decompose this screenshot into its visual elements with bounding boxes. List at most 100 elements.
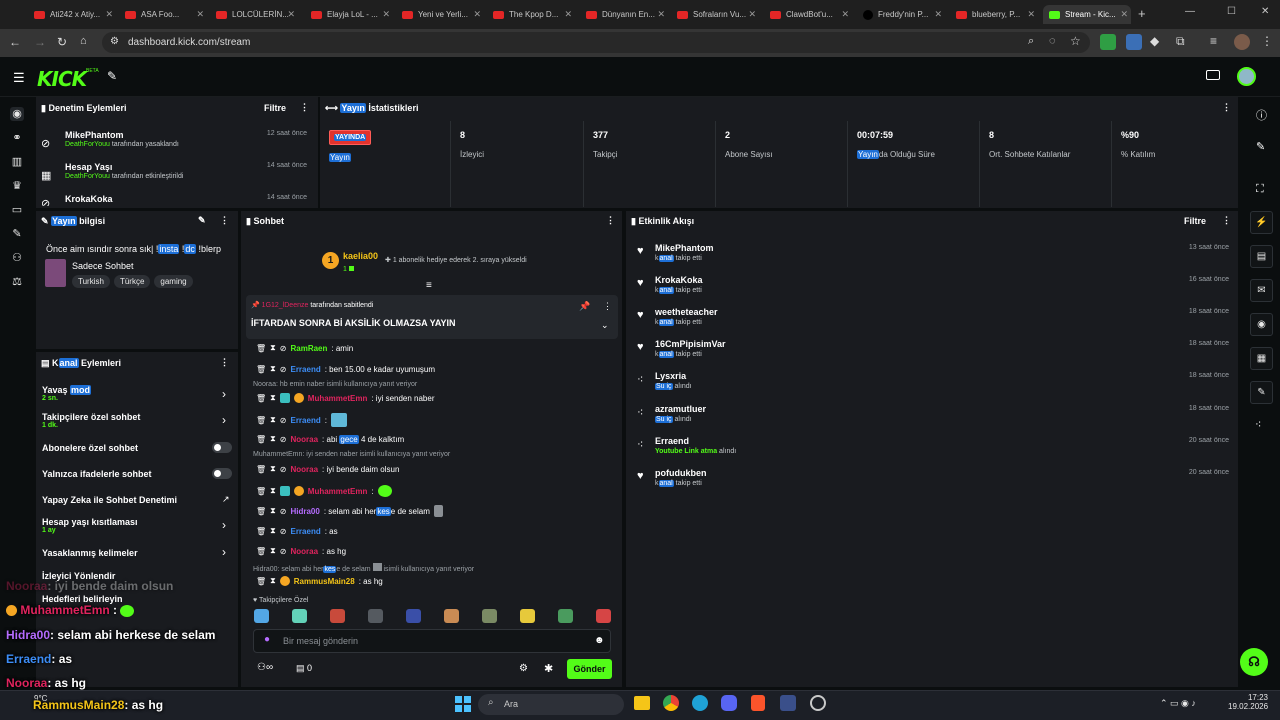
trash-icon[interactable]: 🗑: [256, 344, 266, 353]
emote-icon[interactable]: [292, 609, 307, 623]
support-button[interactable]: ☊: [1240, 648, 1268, 676]
url-field[interactable]: dashboard.kick.com/stream: [102, 32, 1090, 53]
points-display[interactable]: ▤ 0: [296, 663, 312, 674]
activity-item[interactable]: ♥ pofudukben kanal takip etti 20 saat önce: [637, 468, 1231, 496]
timeout-icon[interactable]: ⧗: [270, 506, 276, 516]
trash-icon[interactable]: 🗑: [256, 435, 266, 444]
chrome-icon[interactable]: [663, 695, 679, 711]
gift-icon[interactable]: ✱: [544, 662, 553, 675]
slow-mode-setting[interactable]: Yavaş mod 2 sn.: [42, 385, 92, 402]
chat-message[interactable]: 🗑 ⧗ ⊘ Nooraa: as hg: [256, 546, 346, 556]
pencil-icon[interactable]: ✎: [1256, 140, 1265, 153]
chat-message[interactable]: 🗑 ⧗ ⊘ Nooraa: iyi bende daim olsun: [256, 464, 399, 474]
brave-icon[interactable]: [751, 695, 765, 711]
chat-settings-icon[interactable]: ⚙: [519, 663, 528, 674]
stats-more-icon[interactable]: ⋮: [1222, 102, 1231, 113]
activity-more-icon[interactable]: ⋮: [1222, 215, 1231, 226]
close-tab-icon[interactable]: ✕: [657, 9, 665, 20]
close-tab-icon[interactable]: ✕: [841, 9, 849, 20]
trash-icon[interactable]: 🗑: [256, 416, 266, 425]
settings-wrench-icon[interactable]: ✎: [10, 227, 24, 241]
reading-list-icon[interactable]: ≡: [1210, 34, 1217, 48]
emote-icon[interactable]: [558, 609, 573, 623]
ban-icon[interactable]: ⊘: [280, 416, 287, 425]
emote-icon[interactable]: [482, 609, 497, 623]
activity-item[interactable]: ♥ MikePhantom kanal takip etti 13 saat önce: [637, 243, 1231, 271]
category-thumbnail[interactable]: [45, 259, 66, 287]
emote-only-toggle[interactable]: [212, 468, 232, 479]
close-tab-icon[interactable]: ✕: [105, 9, 113, 20]
chat-message[interactable]: 🗑 ⧗ ⊘ Erraend: as: [256, 526, 338, 536]
trash-icon[interactable]: 🗑: [256, 547, 266, 556]
close-tab-icon[interactable]: ✕: [382, 9, 390, 20]
close-tab-icon[interactable]: ✕: [934, 9, 942, 20]
zoom-icon[interactable]: ⌕: [1028, 35, 1034, 48]
trash-icon[interactable]: 🗑: [256, 507, 266, 516]
timeout-icon[interactable]: ⧗: [270, 486, 276, 496]
hamburger-menu-icon[interactable]: ☰: [13, 70, 25, 86]
timeout-icon[interactable]: ⧗: [270, 434, 276, 444]
bookmark-star-icon[interactable]: ☆: [1070, 34, 1081, 48]
moderation-item[interactable]: ⊘ MikePhantom DeathForYouu tarafından ya…: [37, 130, 307, 162]
more-dots-icon[interactable]: ⁖: [1255, 418, 1261, 431]
stream-icon[interactable]: ◉: [10, 107, 24, 121]
minimize-button[interactable]: —: [1185, 6, 1195, 17]
system-tray-icons[interactable]: ⌃ ▭ ◉ ♪: [1160, 698, 1196, 709]
ban-icon[interactable]: ⊘: [280, 365, 287, 374]
activity-item[interactable]: ♥ 16CmPipisimVar kanal takip etti 18 saat ö…: [637, 339, 1231, 367]
trash-icon[interactable]: 🗑: [256, 527, 266, 536]
chat-message[interactable]: 🗑 ⧗ ⊘ Nooraa: abi gece 4 de kalktım: [256, 434, 404, 444]
timeout-icon[interactable]: ⧗: [270, 415, 276, 425]
browser-tab[interactable]: LOLCÜLERİN... ✕: [210, 5, 298, 24]
activity-item[interactable]: ♥ KrokaKoka kanal takip etti 16 saat önce: [637, 275, 1231, 303]
browser-tab[interactable]: Freddy'nin P... ✕: [857, 5, 945, 24]
browser-menu-icon[interactable]: ⋮: [1261, 34, 1273, 48]
quick-action-layout[interactable]: ▦: [1250, 347, 1273, 370]
tools-icon[interactable]: ✎: [107, 69, 117, 83]
trash-icon[interactable]: 🗑: [256, 465, 266, 474]
activity-item[interactable]: ⁖ Lysxria Su iç alındı 18 saat önce: [637, 371, 1231, 399]
activity-item[interactable]: ⁖ Erraend Youtube Link atma alındı 20 saat …: [637, 436, 1231, 464]
channel-actions-more-icon[interactable]: ⋮: [220, 357, 229, 368]
channel-points-icon[interactable]: ⚇∞: [257, 662, 273, 673]
browser-tab[interactable]: Ati242 x Atiy... ✕: [28, 5, 116, 24]
close-tab-icon[interactable]: ✕: [473, 9, 481, 20]
ban-icon[interactable]: ⊘: [280, 465, 287, 474]
edge-icon[interactable]: [692, 695, 708, 711]
trash-icon[interactable]: 🗑: [256, 577, 266, 586]
chevron-right-icon[interactable]: ›: [222, 387, 226, 401]
subscribers-only-toggle[interactable]: [212, 442, 232, 453]
browser-tab[interactable]: The Kpop D... ✕: [487, 5, 575, 24]
browser-tab[interactable]: ASA Foo... ✕: [119, 5, 207, 24]
emote-icon[interactable]: [444, 609, 459, 623]
obs-icon[interactable]: [810, 695, 826, 711]
moderation-item[interactable]: ⊘ KrokaKoka 14 saat önce: [37, 194, 307, 206]
timeout-icon[interactable]: ⧗: [270, 526, 276, 536]
chat-message[interactable]: 🗑 ⧗ RammusMain28: as hg: [256, 576, 383, 586]
chat-more-icon[interactable]: ⋮: [606, 215, 615, 226]
back-icon[interactable]: ←: [9, 35, 21, 49]
timeout-icon[interactable]: ⧗: [270, 343, 276, 353]
extension-icon[interactable]: [1100, 34, 1116, 50]
activity-item[interactable]: ⁖ azramutluer Su iç alındı 18 saat önce: [637, 404, 1231, 432]
external-link-icon[interactable]: ↗: [222, 494, 230, 505]
browser-tab[interactable]: Sofraların Vu... ✕: [671, 5, 759, 24]
edit-stream-info-icon[interactable]: ✎: [198, 215, 206, 226]
chat-message[interactable]: 🗑 ⧗ MuhammetEmn: iyi senden naber: [256, 393, 435, 403]
emote-icon[interactable]: [368, 609, 383, 623]
browser-tab[interactable]: Yeni ve Yerli... ✕: [396, 5, 484, 24]
category-name[interactable]: Sadece Sohbet: [72, 261, 134, 271]
tag-pill[interactable]: gaming: [154, 275, 193, 288]
vpn-icon[interactable]: [780, 695, 796, 711]
close-window-button[interactable]: ✕: [1261, 6, 1269, 17]
video-icon[interactable]: ▭: [10, 203, 24, 217]
emote-icon[interactable]: [520, 609, 535, 623]
link-icon[interactable]: ⚭: [10, 131, 24, 145]
maximize-button[interactable]: ☐: [1227, 6, 1236, 17]
chevron-down-icon[interactable]: ⌄: [601, 320, 609, 331]
followers-only-setting[interactable]: Takipçilere özel sohbet 1 dk.: [42, 412, 140, 429]
trash-icon[interactable]: 🗑: [256, 365, 266, 374]
microphone-icon[interactable]: ●: [264, 634, 270, 645]
extension-icon[interactable]: ◆: [1150, 34, 1159, 48]
banned-words-setting[interactable]: Yasaklanmış kelimeler: [42, 548, 138, 558]
